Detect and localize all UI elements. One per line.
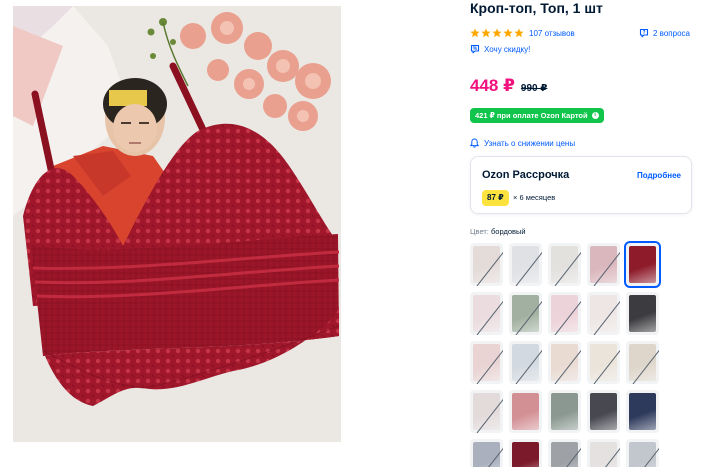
color-swatch-thumbnail [590, 442, 617, 467]
old-price: 990 ₽ [520, 83, 548, 94]
discount-chat-icon: % [470, 44, 480, 54]
price-drop-subscribe-link[interactable]: Узнать о снижении цены [470, 137, 575, 149]
star-icon [503, 28, 513, 38]
color-swatch[interactable] [624, 241, 661, 288]
color-swatch-thumbnail [629, 246, 656, 283]
color-swatch-thumbnail [629, 393, 656, 430]
color-swatch-thumbnail [473, 393, 500, 430]
questions-label: 2 вопроса [653, 28, 690, 38]
color-swatch-thumbnail [473, 295, 500, 332]
color-swatch[interactable] [509, 292, 542, 335]
svg-text:?: ? [642, 30, 645, 36]
color-swatch-thumbnail [512, 295, 539, 332]
question-bubble-icon: ? [639, 28, 649, 38]
color-swatch[interactable] [548, 243, 581, 286]
color-swatch[interactable] [626, 439, 659, 467]
color-swatch[interactable] [509, 243, 542, 286]
color-swatch-thumbnail [590, 295, 617, 332]
color-swatch-thumbnail [551, 442, 578, 467]
color-swatch[interactable] [509, 390, 542, 433]
color-swatch-thumbnail [629, 295, 656, 332]
star-icon [514, 28, 524, 38]
color-swatch-thumbnail [551, 344, 578, 381]
reviews-link[interactable]: 107 отзывов [529, 29, 575, 38]
color-swatch[interactable] [587, 341, 620, 384]
color-swatch[interactable] [470, 341, 503, 384]
color-label: Цвет: бордовый [470, 227, 526, 236]
color-swatch-thumbnail [590, 344, 617, 381]
product-image[interactable] [13, 6, 341, 442]
bell-icon [470, 138, 479, 148]
ozon-card-price-label: 421 ₽ при оплате Ozon Картой [475, 111, 588, 120]
color-swatch-thumbnail [512, 442, 539, 467]
rating-stars [470, 28, 524, 38]
color-swatch[interactable] [509, 341, 542, 384]
color-swatch-thumbnail [551, 246, 578, 283]
color-swatch-thumbnail [590, 393, 617, 430]
color-swatch-grid [470, 241, 661, 467]
color-swatch[interactable] [587, 243, 620, 286]
color-value: бордовый [490, 227, 526, 236]
color-swatch-thumbnail [629, 344, 656, 381]
color-swatch[interactable] [470, 292, 503, 335]
discount-request-label: Хочу скидку! [484, 44, 531, 54]
info-icon[interactable]: i [591, 112, 599, 119]
color-label-prefix: Цвет: [470, 227, 489, 236]
installment-title: Ozon Рассрочка [482, 169, 570, 181]
color-swatch-thumbnail [473, 442, 500, 467]
color-swatch-thumbnail [473, 344, 500, 381]
color-swatch[interactable] [626, 341, 659, 384]
color-swatch-thumbnail [512, 344, 539, 381]
color-swatch[interactable] [587, 439, 620, 467]
color-swatch-thumbnail [473, 246, 500, 283]
color-swatch[interactable] [548, 292, 581, 335]
questions-link[interactable]: ? 2 вопроса [639, 26, 690, 40]
color-swatch-thumbnail [512, 246, 539, 283]
color-swatch[interactable] [626, 390, 659, 433]
star-icon [492, 28, 502, 38]
ozon-card-price-badge[interactable]: 421 ₽ при оплате Ozon Картой i [470, 108, 604, 123]
color-swatch-thumbnail [629, 442, 656, 467]
color-swatch[interactable] [548, 439, 581, 467]
color-swatch[interactable] [587, 390, 620, 433]
color-swatch-thumbnail [590, 246, 617, 283]
color-swatch[interactable] [587, 292, 620, 335]
installment-monthly-badge: 87 ₽ [482, 190, 509, 206]
installment-card[interactable]: Ozon Рассрочка Подробнее 87 ₽ × 6 месяце… [470, 156, 692, 214]
svg-text:%: % [473, 46, 478, 52]
price-block: 448 ₽ 990 ₽ [470, 76, 547, 96]
color-swatch[interactable] [626, 292, 659, 335]
color-swatch[interactable] [470, 243, 503, 286]
price-drop-label: Узнать о снижении цены [484, 138, 576, 148]
rating[interactable]: 107 отзывов [470, 26, 575, 40]
color-swatch-thumbnail [551, 393, 578, 430]
color-swatch[interactable] [470, 390, 503, 433]
color-swatch-thumbnail [512, 393, 539, 430]
product-title: Кроп-топ, Топ, 1 шт [470, 0, 603, 16]
color-swatch[interactable] [509, 439, 542, 467]
installment-term: × 6 месяцев [513, 193, 556, 202]
color-swatch-thumbnail [551, 295, 578, 332]
installment-more-link[interactable]: Подробнее [637, 171, 681, 180]
color-swatch[interactable] [548, 341, 581, 384]
color-swatch[interactable] [548, 390, 581, 433]
star-icon [470, 28, 480, 38]
color-swatch[interactable] [470, 439, 503, 467]
star-icon [481, 28, 491, 38]
discount-request-link[interactable]: % Хочу скидку! [470, 42, 530, 56]
current-price: 448 ₽ [470, 76, 515, 95]
